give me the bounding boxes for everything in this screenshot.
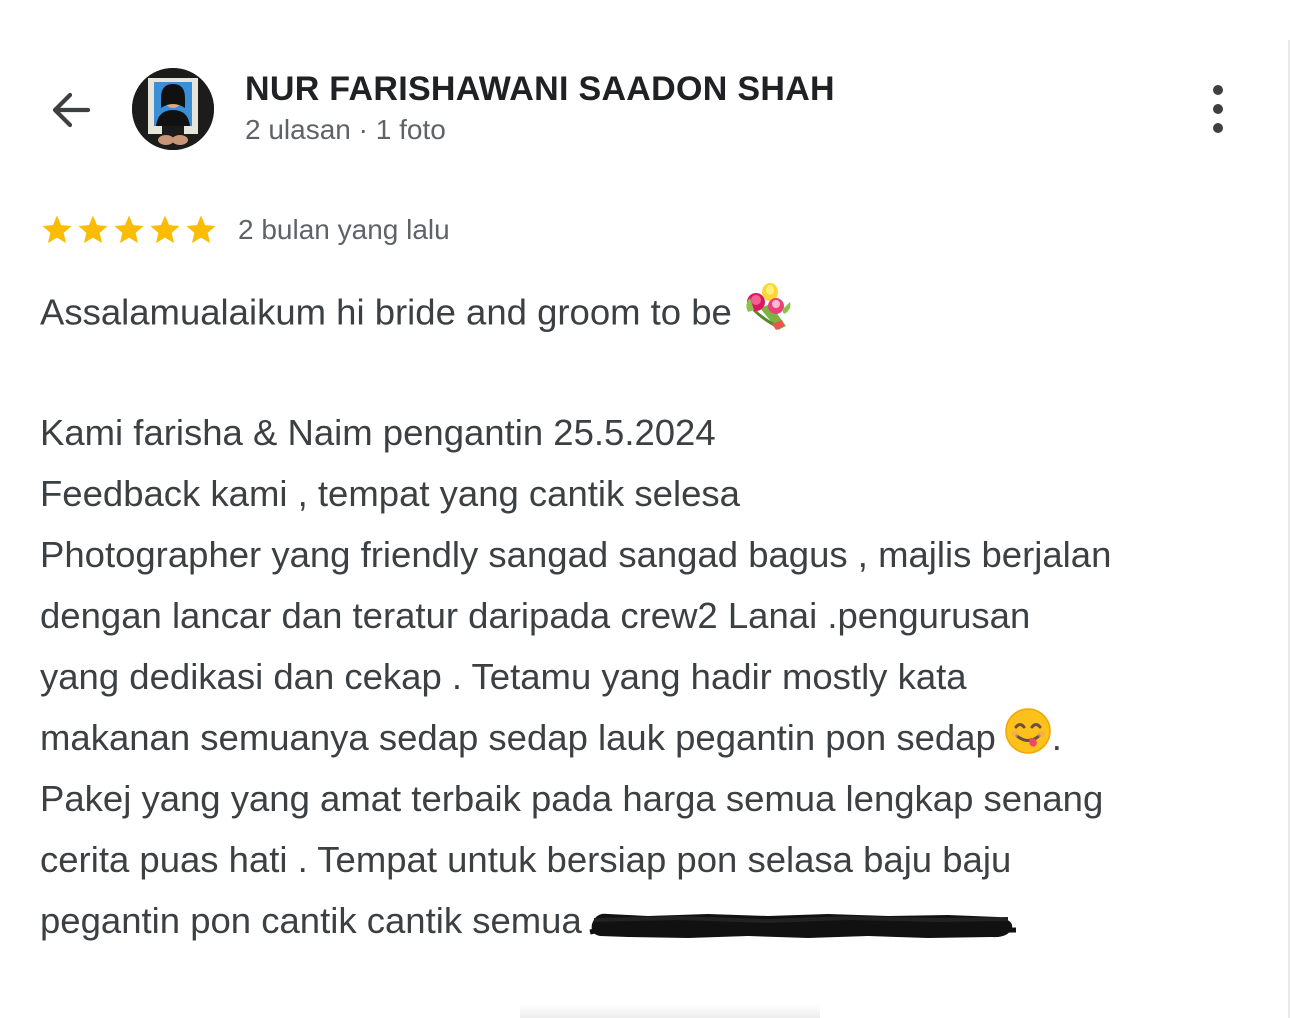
review-line: dengan lancar dan teratur daripada crew2… [40,595,1031,636]
review-line: Pakej yang yang amat terbaik pada harga … [40,778,1104,819]
more-options-button[interactable] [1196,84,1240,134]
bouquet-emoji [740,280,794,350]
review-line: Assalamualaikum hi bride and groom to be [40,280,1265,341]
star-icon [150,215,180,244]
redacted-scribble [588,903,1018,943]
reviewer-stats: 2 ulasan · 1 foto [245,114,446,145]
review-greeting: Assalamualaikum hi bride and groom to be [40,291,732,333]
review-line: yang dedikasi dan cekap . Tetamu yang ha… [40,656,967,697]
back-button[interactable] [40,82,100,138]
star-icon [42,215,72,244]
arrow-back-icon [52,92,91,128]
reviewer-name[interactable]: NUR FARISHAWANI SAADON SHAH [245,70,835,109]
yum-face-emoji [1004,707,1052,773]
review-line: Kami farisha & Naim pengantin 25.5.2024 [40,412,716,453]
review-line-text: pegantin pon cantik cantik semua [40,900,582,941]
review-line-end: . [1051,717,1062,758]
review-line: makanan semuanya sedap sedap lauk pegant… [40,707,1265,768]
star-icon [78,215,108,244]
rating-row: 2 bulan yang lalu [40,208,450,252]
star-icon [114,215,144,244]
avatar-photo [132,68,214,150]
more-vert-icon-dot [1213,104,1223,114]
review-line: pegantin pon cantik cantik semua [40,890,1265,951]
star-icon [186,215,216,244]
star-rating [40,213,218,247]
review-line: Feedback kami , tempat yang cantik seles… [40,473,740,514]
review-text: Assalamualaikum hi bride and groom to be… [40,280,1265,951]
more-vert-icon [1213,85,1223,95]
bottom-fade [520,1005,820,1018]
reviewer-header: NUR FARISHAWANI SAADON SHAH 2 ulasan · 1… [0,60,1290,160]
review-line-text: makanan semuanya sedap sedap lauk pegant… [40,717,996,758]
avatar[interactable] [132,68,214,150]
more-vert-icon-dot [1213,123,1223,133]
review-line: Photographer yang friendly sangad sangad… [40,534,1112,575]
review-time: 2 bulan yang lalu [238,214,450,245]
review-line: cerita puas hati . Tempat untuk bersiap … [40,839,1012,880]
